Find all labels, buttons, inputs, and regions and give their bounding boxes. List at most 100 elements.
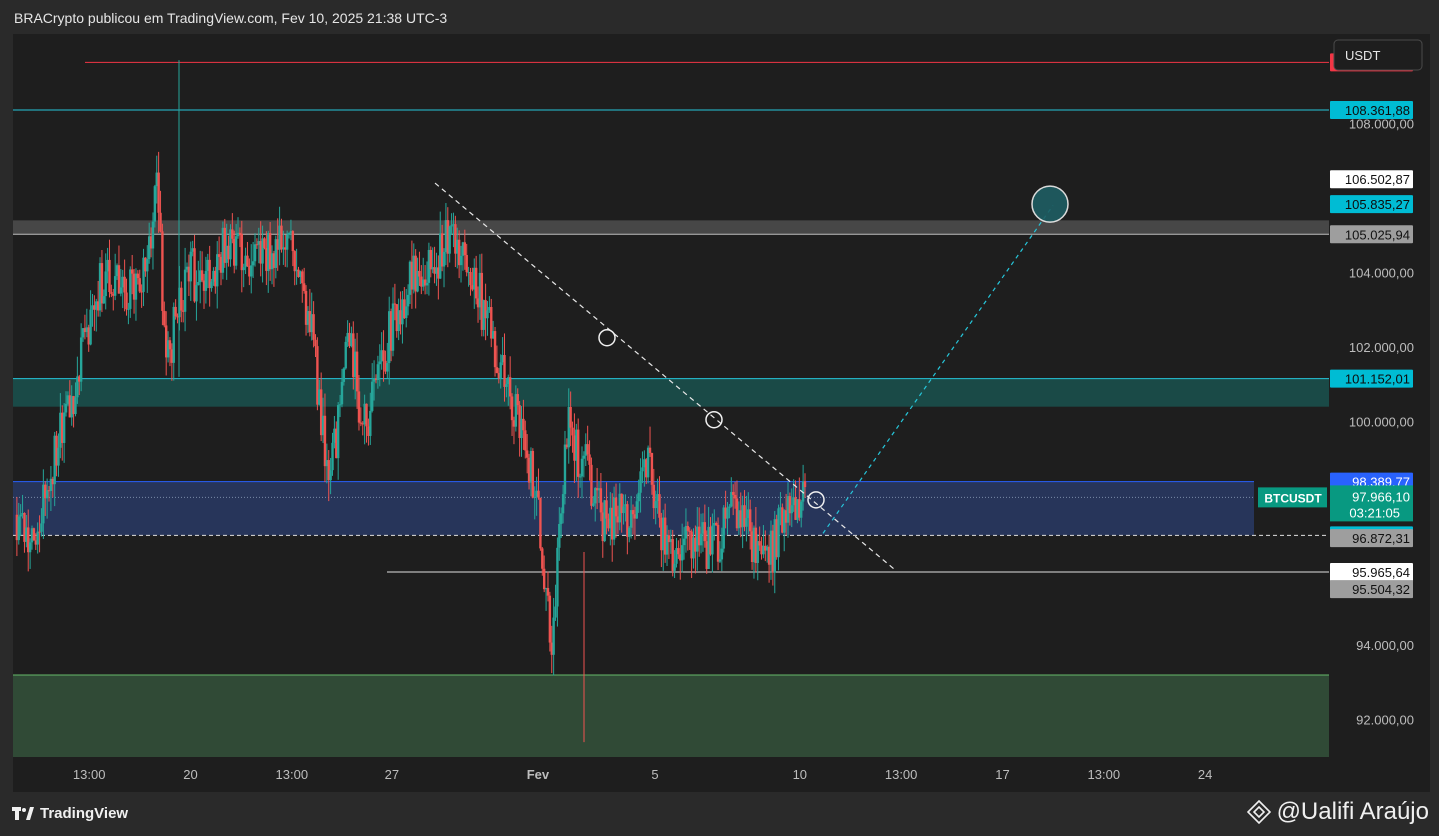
candle-body <box>323 415 327 467</box>
candle-body <box>554 606 557 618</box>
candle-body <box>463 242 467 255</box>
candle-body <box>382 350 385 361</box>
candle-body <box>130 269 134 274</box>
symbol-tag: BTCUSDT <box>1258 487 1327 508</box>
candle-body <box>499 362 502 379</box>
price-label-text: 95.504,32 <box>1352 582 1410 597</box>
x-tick-label: 13:00 <box>885 767 918 782</box>
candle-body <box>163 310 166 326</box>
candle-body <box>301 271 304 284</box>
price-label: 105.025,94 <box>1330 225 1413 244</box>
candle-body <box>558 523 561 548</box>
candle-body <box>731 491 735 495</box>
x-tick-label: 24 <box>1198 767 1212 782</box>
candle-body <box>197 282 200 286</box>
candle-body <box>357 391 361 423</box>
candle-body <box>637 492 640 502</box>
candle-body <box>677 548 680 555</box>
candle-body <box>699 533 703 546</box>
candle-body <box>425 282 429 286</box>
candle-body <box>200 270 204 281</box>
candle-body <box>714 523 718 525</box>
candle-body <box>17 516 20 541</box>
y-tick-label: 92.000,00 <box>1356 713 1414 728</box>
author-watermark: @Ualifi Araújo <box>1246 798 1429 826</box>
candle-body <box>728 506 731 509</box>
price-chart[interactable]: 110.000,00108.000,00104.000,00102.000,00… <box>0 0 1439 792</box>
candle-body <box>344 341 347 369</box>
tradingview-logo[interactable]: TradingView <box>12 805 128 822</box>
y-tick-label: 104.000,00 <box>1349 266 1414 281</box>
price-label-text: 96.872,31 <box>1352 531 1410 546</box>
candle-body <box>28 542 32 553</box>
candle-body <box>641 467 644 472</box>
candle-body <box>234 236 238 266</box>
candle-body <box>548 595 552 643</box>
candle-body <box>369 410 372 436</box>
candle-body <box>231 229 234 239</box>
candle-body <box>329 470 332 481</box>
candle-body <box>376 364 380 381</box>
price-label-text: 105.835,27 <box>1345 197 1410 212</box>
y-tick-label: 102.000,00 <box>1349 340 1414 355</box>
candle-body <box>648 447 652 453</box>
candle-body <box>365 403 368 427</box>
x-tick-label: 27 <box>385 767 399 782</box>
candle-body <box>174 306 177 317</box>
symbol-tag-text: BTCUSDT <box>1264 491 1322 505</box>
candle-body <box>541 548 544 569</box>
candle-body <box>563 444 567 495</box>
candle-body <box>119 287 123 294</box>
candle-body <box>539 497 542 549</box>
candle-body <box>146 259 149 272</box>
candle-body <box>673 563 676 571</box>
candle-body <box>508 377 512 397</box>
price-label-text: 105.025,94 <box>1345 227 1410 242</box>
candle-body <box>359 422 363 424</box>
candle-body <box>36 531 39 545</box>
x-tick-label: 20 <box>183 767 197 782</box>
candle-body <box>180 287 183 311</box>
candle-body <box>336 405 340 459</box>
x-tick-label: Fev <box>527 767 550 782</box>
candle-body <box>159 212 162 232</box>
candle-body <box>204 270 208 291</box>
candle-body <box>108 259 111 293</box>
target-circle <box>1031 185 1069 223</box>
candle-body <box>287 232 291 235</box>
candle-body <box>355 351 359 392</box>
candle-body <box>650 452 654 485</box>
candle-body <box>522 418 525 431</box>
candle-body <box>605 500 608 519</box>
price-label: 106.502,87 <box>1330 170 1413 189</box>
x-tick-label: 5 <box>651 767 658 782</box>
candle-body <box>153 186 157 222</box>
candle-body <box>102 296 106 304</box>
candle-body <box>505 384 508 387</box>
candle-body <box>577 429 580 477</box>
candle-body <box>635 501 638 519</box>
candle-body <box>569 406 572 428</box>
candle-body <box>302 283 306 291</box>
candle-body <box>748 509 752 532</box>
candle-body <box>89 309 92 345</box>
price-label: 95.504,32 <box>1330 580 1413 599</box>
candle-body <box>19 514 22 517</box>
candle-body <box>371 381 374 411</box>
currency-button[interactable]: USDT <box>1333 39 1423 71</box>
candle-body <box>110 292 113 294</box>
candle-body <box>246 255 249 267</box>
candle-body <box>586 444 589 455</box>
candle-body <box>503 354 506 387</box>
candle-body <box>195 285 198 302</box>
candle-body <box>217 254 221 257</box>
candle-body <box>293 251 296 272</box>
candle-body <box>559 513 563 524</box>
candle-body <box>79 337 83 382</box>
price-label-text: 101.152,01 <box>1345 372 1410 387</box>
candle-body <box>406 294 410 307</box>
candle-body <box>189 251 192 282</box>
price-label-text: 95.965,64 <box>1352 565 1410 580</box>
resistance-zone-teal <box>13 378 1329 407</box>
candle-body <box>448 226 451 254</box>
